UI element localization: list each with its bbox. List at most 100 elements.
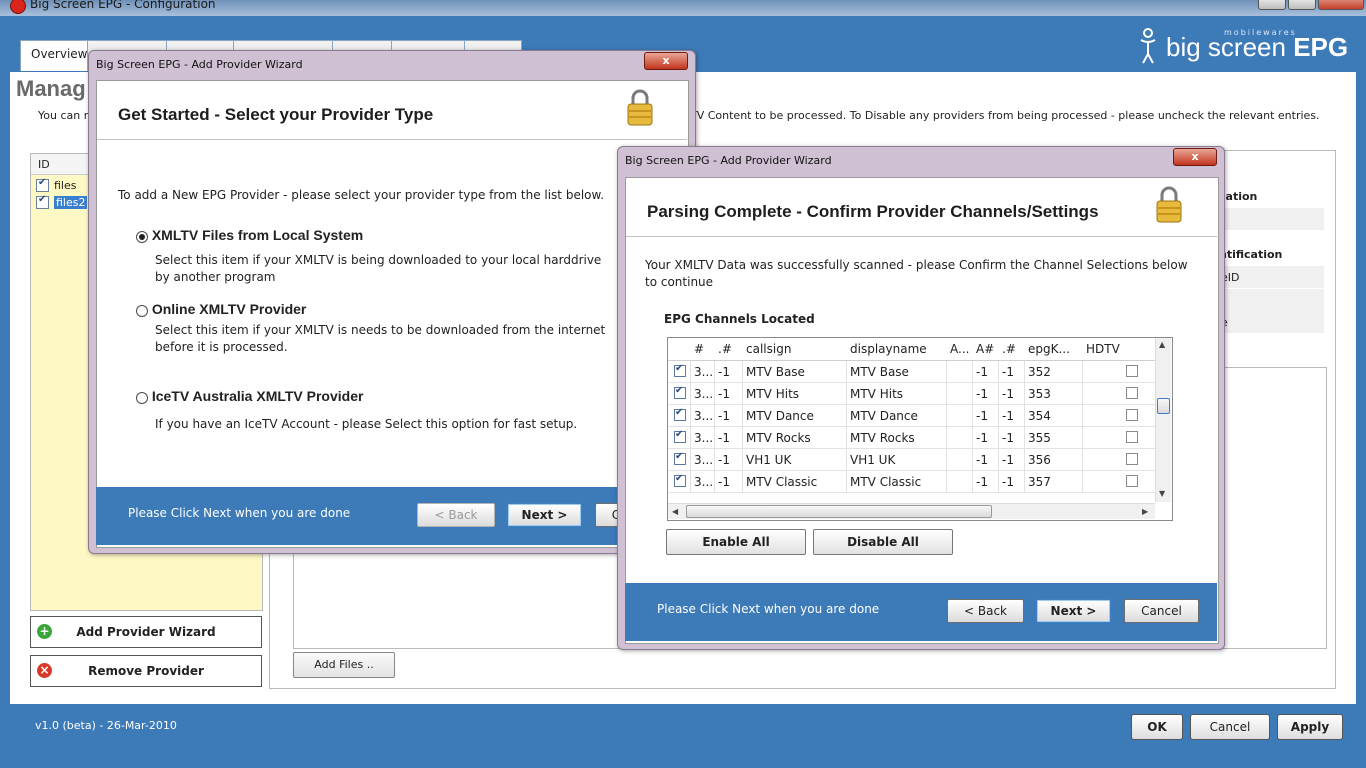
id-field[interactable]: eID — [1218, 266, 1324, 288]
hdtv-cell[interactable] — [1082, 449, 1157, 471]
column-header[interactable]: displayname — [846, 338, 947, 361]
hdtv-cell[interactable] — [1082, 383, 1157, 405]
cancel-button[interactable]: Cancel — [1190, 714, 1270, 740]
column-header[interactable]: epgK... — [1024, 338, 1083, 361]
grid-cell[interactable] — [946, 361, 973, 383]
grid-cell[interactable]: MTV Rocks — [846, 427, 947, 449]
provider-row[interactable]: files — [36, 177, 76, 194]
hdtv-checkbox[interactable] — [1126, 453, 1138, 465]
add-provider-wizard-button[interactable]: + Add Provider Wizard — [30, 616, 262, 648]
scroll-left-icon[interactable]: ◀ — [672, 507, 678, 516]
hdtv-checkbox[interactable] — [1126, 387, 1138, 399]
radio-xmltv-local[interactable] — [136, 230, 148, 243]
grid-cell[interactable]: -1 — [998, 383, 1025, 405]
grid-cell[interactable] — [946, 405, 973, 427]
tab-overview[interactable]: Overview — [20, 40, 88, 71]
ok-button[interactable]: OK — [1131, 714, 1183, 740]
e-field[interactable]: e — [1218, 311, 1324, 333]
row-select-cell[interactable] — [668, 383, 691, 405]
grid-cell[interactable]: MTV Classic — [846, 471, 947, 493]
hdtv-checkbox[interactable] — [1126, 431, 1138, 443]
radio-icetv[interactable] — [136, 391, 148, 404]
grid-cell[interactable]: 354 — [1024, 405, 1083, 427]
grid-cell[interactable]: MTV Hits — [742, 383, 847, 405]
row-select-cell[interactable] — [668, 471, 691, 493]
grid-horizontal-scrollbar[interactable]: ◀ ▶ — [668, 503, 1155, 519]
minimize-button[interactable] — [1258, 0, 1286, 10]
provider-checkbox[interactable] — [36, 177, 49, 192]
location-field[interactable] — [1218, 208, 1324, 230]
grid-cell[interactable]: 3... — [690, 471, 715, 493]
row-checkbox[interactable] — [674, 451, 686, 465]
row-checkbox[interactable] — [674, 407, 686, 421]
grid-cell[interactable]: MTV Classic — [742, 471, 847, 493]
column-header[interactable]: A# — [972, 338, 999, 361]
column-header[interactable]: .# — [998, 338, 1025, 361]
grid-cell[interactable]: -1 — [972, 471, 999, 493]
disable-all-button[interactable]: Disable All — [813, 529, 953, 555]
row-select-cell[interactable] — [668, 405, 691, 427]
grid-cell[interactable]: MTV Base — [846, 361, 947, 383]
apply-button[interactable]: Apply — [1277, 714, 1343, 740]
grid-cell[interactable]: -1 — [998, 471, 1025, 493]
column-header[interactable]: # — [690, 338, 715, 361]
row-checkbox[interactable] — [674, 473, 686, 487]
column-header[interactable]: HDTV — [1082, 338, 1157, 361]
column-header[interactable]: callsign — [742, 338, 847, 361]
scroll-thumb[interactable] — [1157, 398, 1170, 414]
grid-cell[interactable]: MTV Dance — [742, 405, 847, 427]
grid-cell[interactable]: 3... — [690, 405, 715, 427]
scroll-down-icon[interactable]: ▼ — [1159, 489, 1165, 498]
hdtv-cell[interactable] — [1082, 427, 1157, 449]
option-icetv[interactable]: IceTV Australia XMLTV Provider — [136, 388, 363, 404]
scroll-right-icon[interactable]: ▶ — [1142, 507, 1148, 516]
option-xmltv-local[interactable]: XMLTV Files from Local System — [136, 227, 363, 243]
grid-cell[interactable]: VH1 UK — [846, 449, 947, 471]
column-header-select[interactable] — [668, 338, 691, 361]
grid-cell[interactable]: 357 — [1024, 471, 1083, 493]
grid-cell[interactable]: -1 — [998, 427, 1025, 449]
grid-cell[interactable]: -1 — [972, 405, 999, 427]
grid-cell[interactable]: -1 — [972, 449, 999, 471]
close-icon[interactable]: x — [1173, 148, 1217, 166]
radio-online-xmltv[interactable] — [136, 304, 148, 317]
row-select-cell[interactable] — [668, 449, 691, 471]
grid-cell[interactable]: -1 — [998, 405, 1025, 427]
next-button[interactable]: Next > — [507, 503, 582, 527]
grid-cell[interactable]: VH1 UK — [742, 449, 847, 471]
grid-vertical-scrollbar[interactable]: ▲ ▼ — [1155, 338, 1171, 502]
grid-cell[interactable]: -1 — [714, 427, 743, 449]
grid-cell[interactable]: MTV Dance — [846, 405, 947, 427]
grid-cell[interactable] — [946, 471, 973, 493]
hdtv-checkbox[interactable] — [1126, 409, 1138, 421]
grid-cell[interactable]: -1 — [972, 427, 999, 449]
back-button[interactable]: < Back — [947, 599, 1024, 623]
grid-cell[interactable]: -1 — [714, 405, 743, 427]
scroll-up-icon[interactable]: ▲ — [1159, 340, 1165, 349]
hdtv-cell[interactable] — [1082, 405, 1157, 427]
secondary-field[interactable] — [1218, 289, 1324, 311]
hdtv-cell[interactable] — [1082, 471, 1157, 493]
add-files-button[interactable]: Add Files .. — [293, 652, 395, 678]
hdtv-checkbox[interactable] — [1126, 475, 1138, 487]
grid-cell[interactable]: -1 — [714, 361, 743, 383]
hdtv-checkbox[interactable] — [1126, 365, 1138, 377]
back-button[interactable]: < Back — [417, 503, 495, 527]
grid-cell[interactable]: MTV Hits — [846, 383, 947, 405]
provider-row[interactable]: files2 — [36, 194, 88, 211]
column-header[interactable]: .# — [714, 338, 743, 361]
grid-cell[interactable]: 356 — [1024, 449, 1083, 471]
grid-cell[interactable]: 353 — [1024, 383, 1083, 405]
scroll-thumb[interactable] — [686, 505, 992, 518]
hdtv-cell[interactable] — [1082, 361, 1157, 383]
enable-all-button[interactable]: Enable All — [666, 529, 806, 555]
column-header[interactable]: A... — [946, 338, 973, 361]
channels-grid[interactable]: # .# callsign displayname A... A# .# epg… — [667, 337, 1173, 521]
grid-cell[interactable]: -1 — [714, 449, 743, 471]
grid-cell[interactable]: -1 — [998, 449, 1025, 471]
maximize-button[interactable] — [1288, 0, 1316, 10]
row-checkbox[interactable] — [674, 385, 686, 399]
grid-cell[interactable]: -1 — [972, 361, 999, 383]
provider-checkbox[interactable] — [36, 194, 49, 209]
grid-cell[interactable] — [946, 383, 973, 405]
